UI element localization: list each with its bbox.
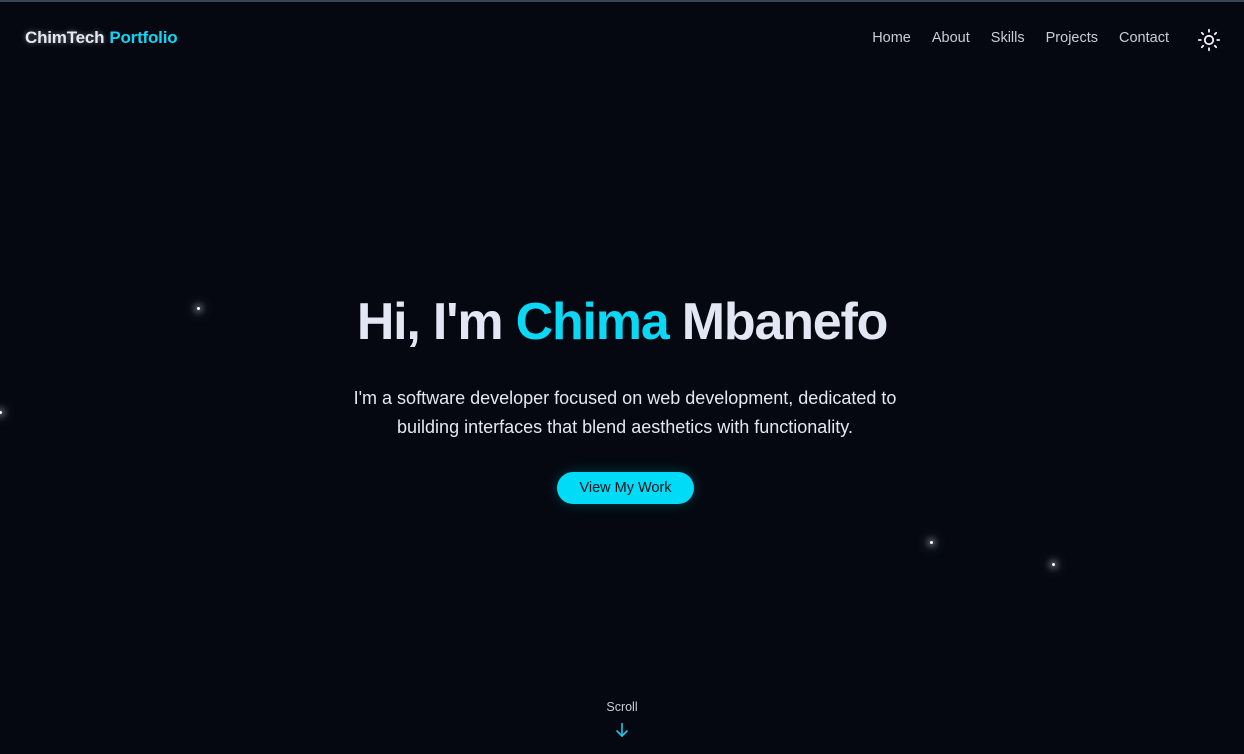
hero-subtitle: I'm a software developer focused on web … bbox=[353, 388, 897, 437]
nav-link-projects[interactable]: Projects bbox=[1046, 30, 1098, 46]
hero-title-prefix: Hi, I'm bbox=[356, 293, 504, 351]
brand-name-accent: Portfolio bbox=[109, 28, 178, 47]
scroll-label: Scroll bbox=[606, 700, 638, 714]
navbar: ChimTech Portfolio Home About Skills Proj… bbox=[0, 2, 1244, 76]
page: ChimTech Portfolio Home About Skills Proj… bbox=[0, 0, 1244, 754]
hero-title-highlight: Chima bbox=[515, 293, 670, 351]
arrow-down-icon bbox=[616, 722, 628, 737]
star-decoration bbox=[0, 411, 2, 414]
theme-toggle-button[interactable] bbox=[1197, 28, 1221, 52]
nav-link-contact[interactable]: Contact bbox=[1119, 30, 1169, 46]
star-decoration bbox=[930, 541, 933, 544]
sun-icon bbox=[1197, 28, 1221, 52]
star-decoration bbox=[1052, 563, 1055, 566]
hero-title: Hi, I'm Chima Mbanefo bbox=[0, 292, 1244, 352]
brand-logo[interactable]: ChimTech Portfolio bbox=[25, 28, 178, 48]
scroll-indicator[interactable]: Scroll bbox=[0, 700, 1244, 738]
nav-links: Home About Skills Projects Contact bbox=[872, 30, 1169, 46]
nav-link-skills[interactable]: Skills bbox=[991, 30, 1025, 46]
nav-link-about[interactable]: About bbox=[932, 30, 970, 46]
hero-title-suffix: Mbanefo bbox=[681, 293, 889, 351]
view-my-work-button[interactable]: View My Work bbox=[557, 472, 694, 504]
brand-name: ChimTech bbox=[25, 28, 105, 47]
nav-link-home[interactable]: Home bbox=[872, 30, 911, 46]
